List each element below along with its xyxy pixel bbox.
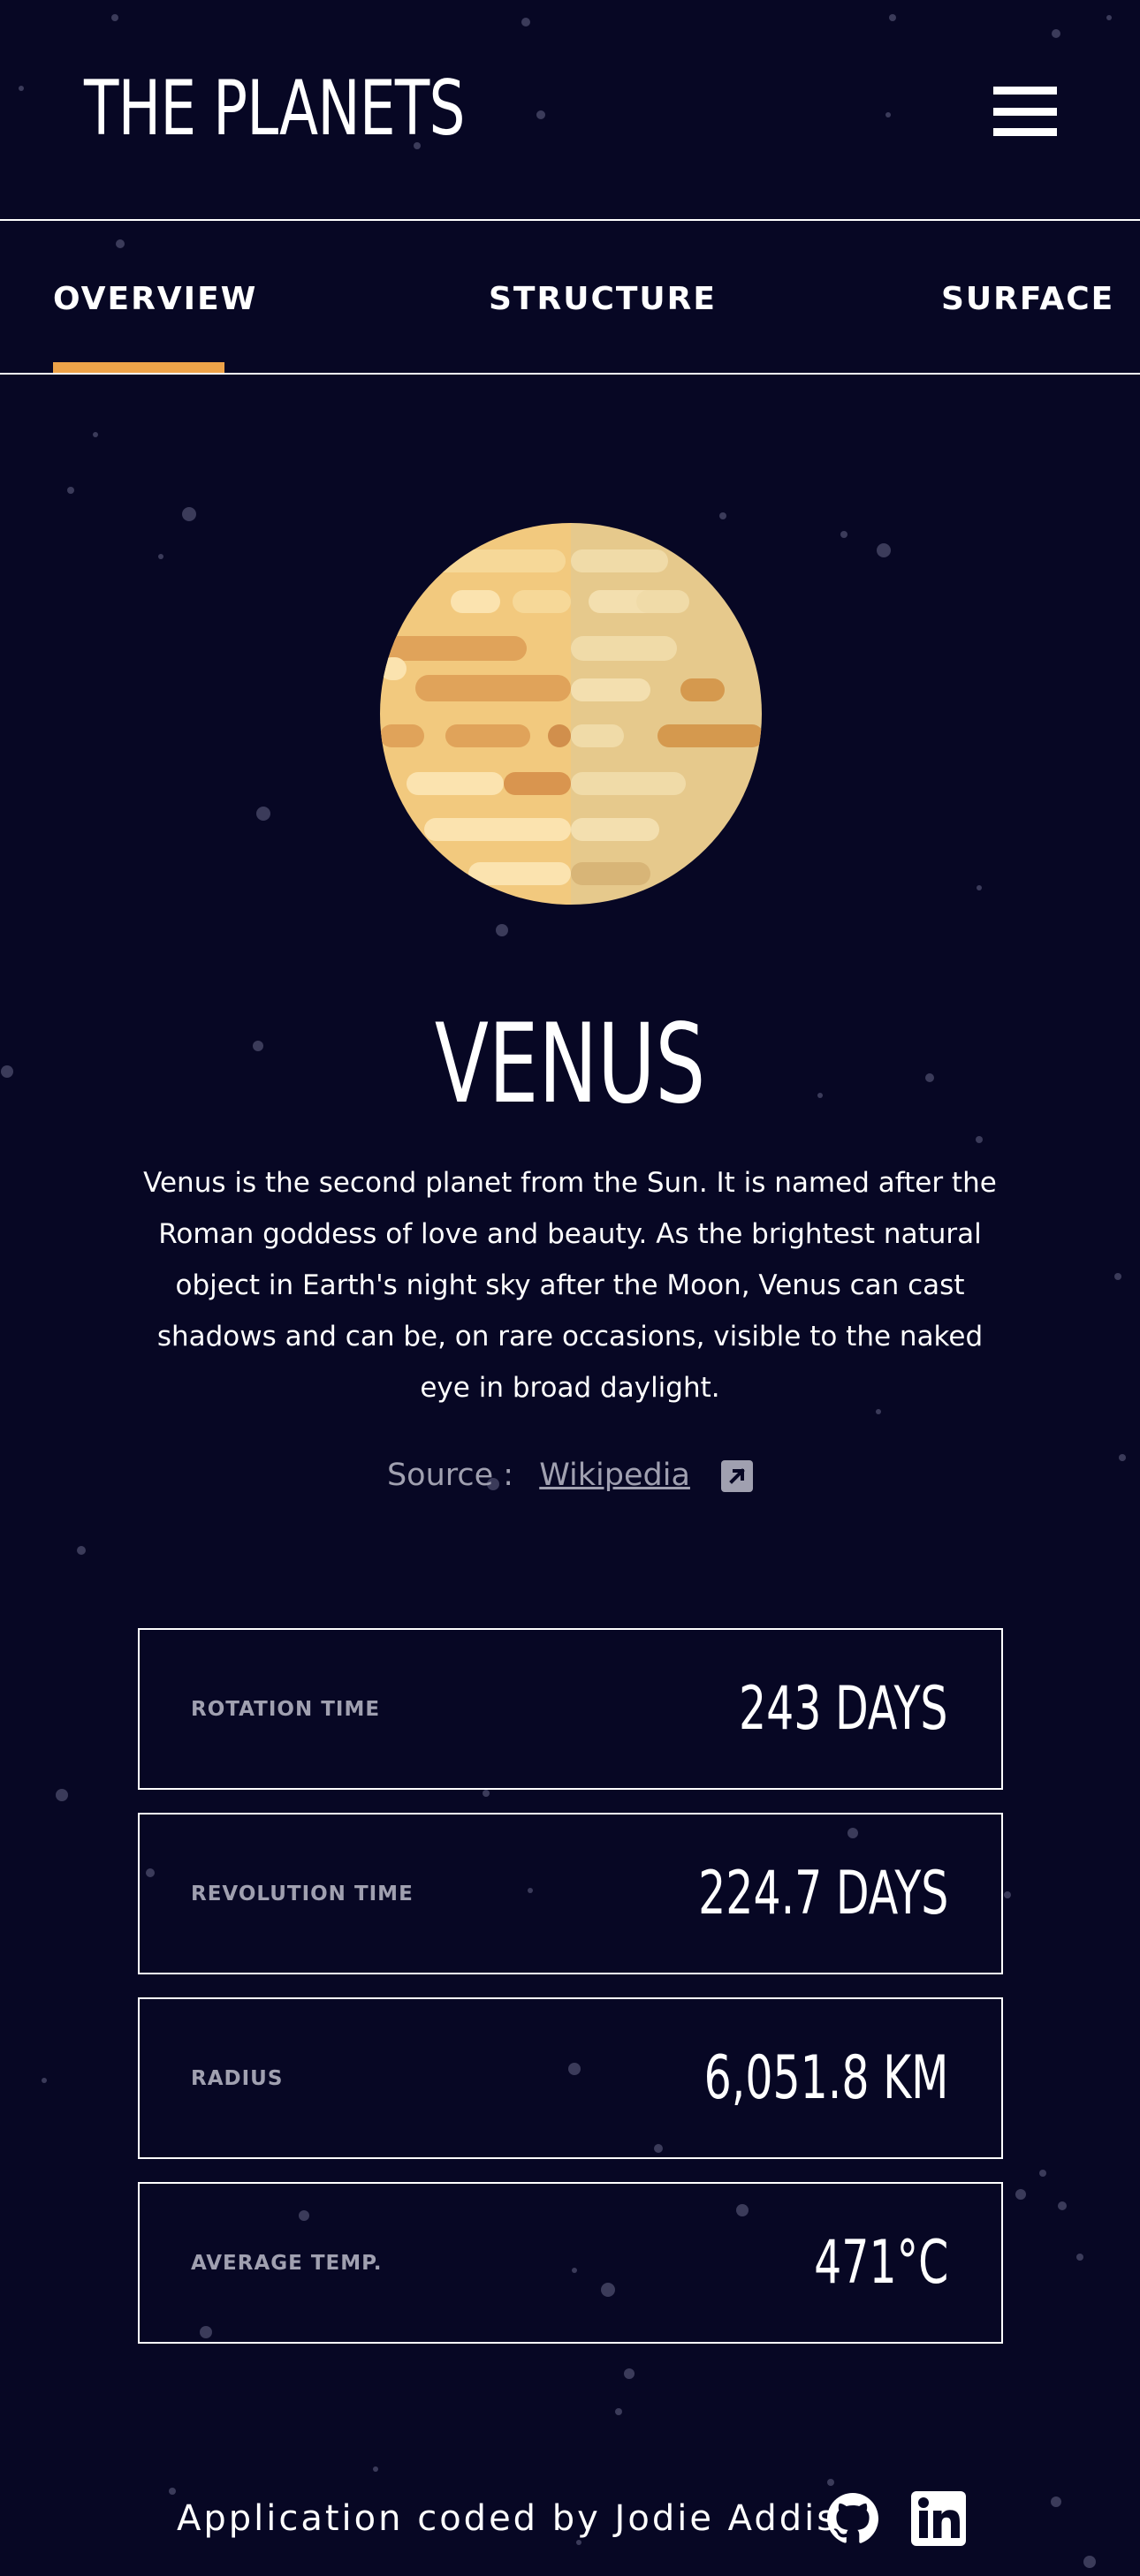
stat-average-temp: AVERAGE TEMP. 471°C: [138, 2182, 1003, 2344]
stat-value: 243 DAYS: [739, 1674, 948, 1744]
site-logo[interactable]: THE PLANETS: [84, 71, 465, 147]
stat-label: AVERAGE TEMP.: [191, 2251, 383, 2275]
stat-label: ROTATION TIME: [191, 1697, 381, 1721]
stat-value: 224.7 DAYS: [697, 1859, 948, 1928]
tab-surface[interactable]: SURFACE: [941, 281, 1114, 317]
tab-structure[interactable]: STRUCTURE: [489, 281, 717, 317]
site-footer: Application coded by Jodie Addis: [0, 2491, 1140, 2562]
site-header: THE PLANETS: [0, 0, 1140, 221]
menu-bar: [993, 87, 1057, 95]
active-tab-indicator: [53, 362, 224, 373]
source-link[interactable]: Wikipedia: [539, 1458, 690, 1493]
planet-tabs: OVERVIEW STRUCTURE SURFACE: [0, 221, 1140, 375]
external-link-icon[interactable]: [721, 1460, 754, 1492]
tab-overview[interactable]: OVERVIEW: [53, 281, 257, 317]
menu-bar: [993, 107, 1057, 116]
stat-value: 6,051.8 KM: [703, 2043, 948, 2113]
stat-label: REVOLUTION TIME: [191, 1882, 414, 1905]
menu-bar: [993, 128, 1057, 136]
stat-label: RADIUS: [191, 2066, 284, 2090]
github-icon[interactable]: [825, 2491, 880, 2546]
linkedin-icon[interactable]: [911, 2491, 966, 2546]
hamburger-menu-icon[interactable]: [993, 87, 1057, 136]
stat-value: 471°C: [813, 2228, 948, 2298]
source-label: Source :: [386, 1458, 514, 1493]
stat-radius: RADIUS 6,051.8 KM: [138, 1997, 1003, 2159]
stat-revolution-time: REVOLUTION TIME 224.7 DAYS: [138, 1813, 1003, 1974]
planet-description: Venus is the second planet from the Sun.…: [143, 1167, 997, 1404]
footer-credit: Application coded by Jodie Addis: [177, 2498, 839, 2539]
source-line: Source : Wikipedia: [0, 1458, 1140, 1493]
planet-name: VENUS: [434, 1001, 706, 1128]
stat-rotation-time: ROTATION TIME 243 DAYS: [138, 1628, 1003, 1790]
planet-image: [380, 523, 762, 905]
